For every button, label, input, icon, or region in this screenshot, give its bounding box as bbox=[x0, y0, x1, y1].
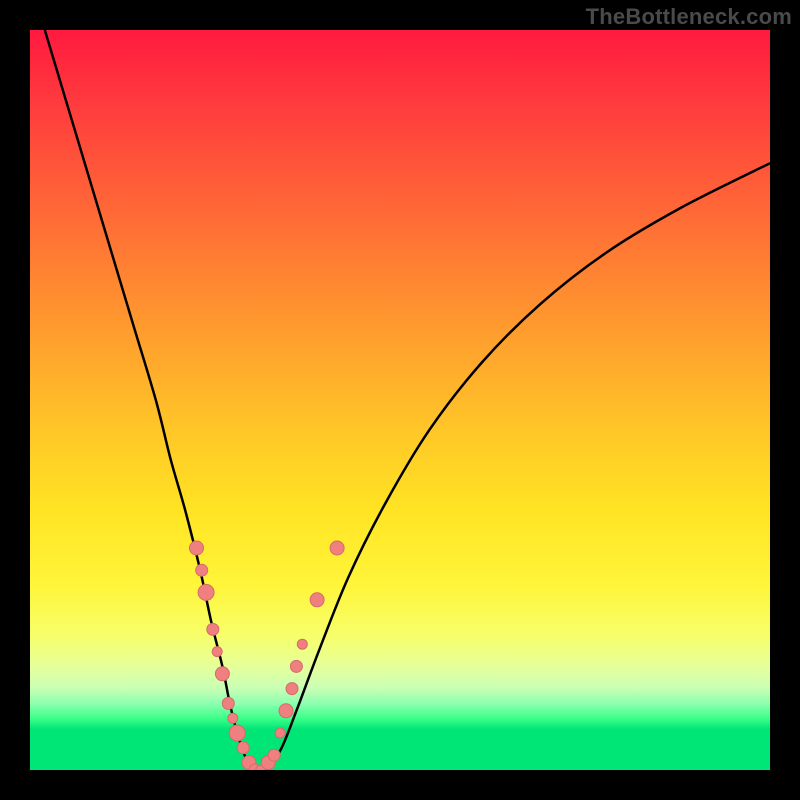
data-marker bbox=[237, 742, 249, 754]
plot-area bbox=[30, 30, 770, 770]
data-marker bbox=[207, 623, 219, 635]
bottleneck-curve bbox=[45, 30, 770, 770]
outer-frame: TheBottleneck.com bbox=[0, 0, 800, 800]
data-marker bbox=[190, 541, 204, 555]
data-marker bbox=[310, 593, 324, 607]
data-marker bbox=[222, 697, 234, 709]
data-marker bbox=[330, 541, 344, 555]
data-marker bbox=[212, 647, 222, 657]
data-marker bbox=[196, 564, 208, 576]
data-marker bbox=[229, 725, 245, 741]
data-marker bbox=[286, 683, 298, 695]
watermark-text: TheBottleneck.com bbox=[586, 4, 792, 30]
data-marker bbox=[228, 713, 238, 723]
data-markers bbox=[190, 541, 345, 770]
data-marker bbox=[198, 584, 214, 600]
data-marker bbox=[279, 704, 293, 718]
data-marker bbox=[268, 749, 280, 761]
data-marker bbox=[290, 660, 302, 672]
bottleneck-chart bbox=[30, 30, 770, 770]
data-marker bbox=[297, 639, 307, 649]
data-marker bbox=[215, 667, 229, 681]
data-marker bbox=[275, 728, 285, 738]
